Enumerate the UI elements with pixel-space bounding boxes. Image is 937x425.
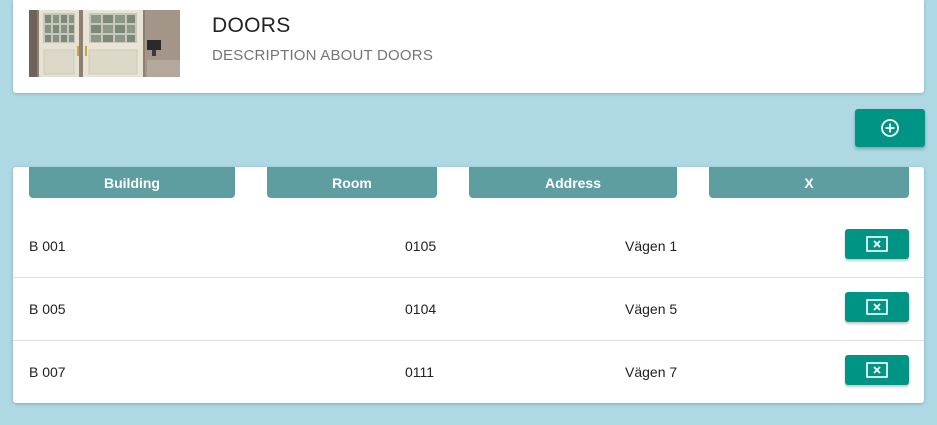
column-header-building[interactable]: Building bbox=[29, 167, 235, 198]
delete-row-button[interactable] bbox=[845, 292, 909, 322]
add-circle-icon bbox=[880, 118, 900, 138]
table-row: B 007 0111 Vägen 7 bbox=[13, 340, 924, 403]
page-description: DESCRIPTION ABOUT DOORS bbox=[212, 47, 434, 64]
header-card: DOORS DESCRIPTION ABOUT DOORS bbox=[13, 0, 924, 93]
cell-building: B 007 bbox=[29, 363, 66, 380]
cell-address: Vägen 1 bbox=[625, 237, 678, 254]
page-title: DOORS bbox=[212, 14, 291, 37]
close-box-icon bbox=[866, 362, 888, 378]
column-header-room[interactable]: Room bbox=[267, 167, 437, 198]
add-button[interactable] bbox=[855, 109, 925, 147]
close-box-icon bbox=[866, 299, 888, 315]
door-image bbox=[29, 10, 180, 77]
table-row: B 001 0105 Vägen 1 bbox=[13, 214, 924, 278]
cell-building: B 001 bbox=[29, 237, 66, 254]
column-header-x[interactable]: X bbox=[709, 167, 909, 198]
table-row: B 005 0104 Vägen 5 bbox=[13, 277, 924, 341]
close-box-icon bbox=[866, 236, 888, 252]
cell-building: B 005 bbox=[29, 300, 66, 317]
cell-room: 0105 bbox=[405, 237, 437, 254]
delete-row-button[interactable] bbox=[845, 229, 909, 259]
column-header-address[interactable]: Address bbox=[469, 167, 677, 198]
cell-address: Vägen 7 bbox=[625, 363, 678, 380]
cell-room: 0104 bbox=[405, 300, 437, 317]
doors-table: Building Room Address X B 001 0105 Vägen… bbox=[13, 167, 924, 403]
cell-address: Vägen 5 bbox=[625, 300, 678, 317]
cell-room: 0111 bbox=[405, 363, 435, 380]
delete-row-button[interactable] bbox=[845, 355, 909, 385]
